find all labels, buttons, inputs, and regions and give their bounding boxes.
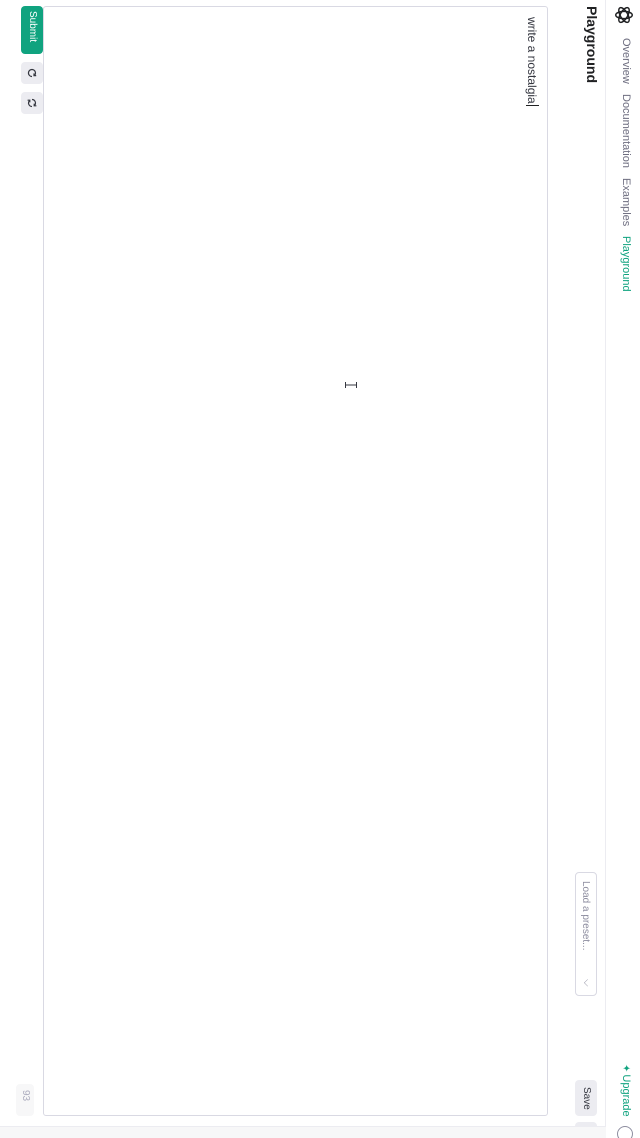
text-caret: [526, 104, 539, 106]
nav-playground[interactable]: Playground: [620, 236, 632, 292]
token-count-value: 93: [20, 1090, 31, 1102]
save-button[interactable]: Save: [575, 1080, 597, 1116]
regenerate-icon: [27, 68, 37, 78]
history-icon: [27, 98, 37, 108]
save-label: Save: [581, 1087, 592, 1110]
submit-label: Submit: [27, 11, 38, 43]
help-icon[interactable]: [617, 1126, 633, 1138]
undo-button[interactable]: [21, 62, 43, 84]
prompt-text: write a nostalgia: [525, 17, 539, 104]
chevron-down-icon: ⌵: [581, 979, 592, 987]
upgrade-link[interactable]: ✦Upgrade: [620, 1064, 632, 1117]
playground-app: Overview Documentation Examples Playgrou…: [0, 0, 640, 1138]
prompt-text-line: write a nostalgia: [525, 17, 539, 106]
preset-select[interactable]: Load a preset... ⌵: [575, 872, 597, 996]
nav-overview[interactable]: Overview: [620, 38, 632, 84]
top-nav: Overview Documentation Examples Playgrou…: [605, 0, 640, 1138]
nav-documentation[interactable]: Documentation: [620, 94, 632, 168]
nav-examples[interactable]: Examples: [620, 178, 632, 226]
ibeam-icon: [345, 382, 357, 388]
openai-logo-icon[interactable]: [613, 4, 635, 26]
page-title: Playground: [584, 6, 600, 84]
token-count: 93: [16, 1084, 34, 1116]
sparkle-icon: ✦: [620, 1064, 631, 1073]
upgrade-label: Upgrade: [620, 1074, 632, 1117]
preset-placeholder: Load a preset...: [580, 881, 591, 951]
history-button[interactable]: [21, 92, 43, 114]
settings-sidebar: [0, 1126, 606, 1138]
submit-button[interactable]: Submit: [21, 6, 43, 54]
prompt-editor[interactable]: write a nostalgia: [43, 6, 548, 1116]
